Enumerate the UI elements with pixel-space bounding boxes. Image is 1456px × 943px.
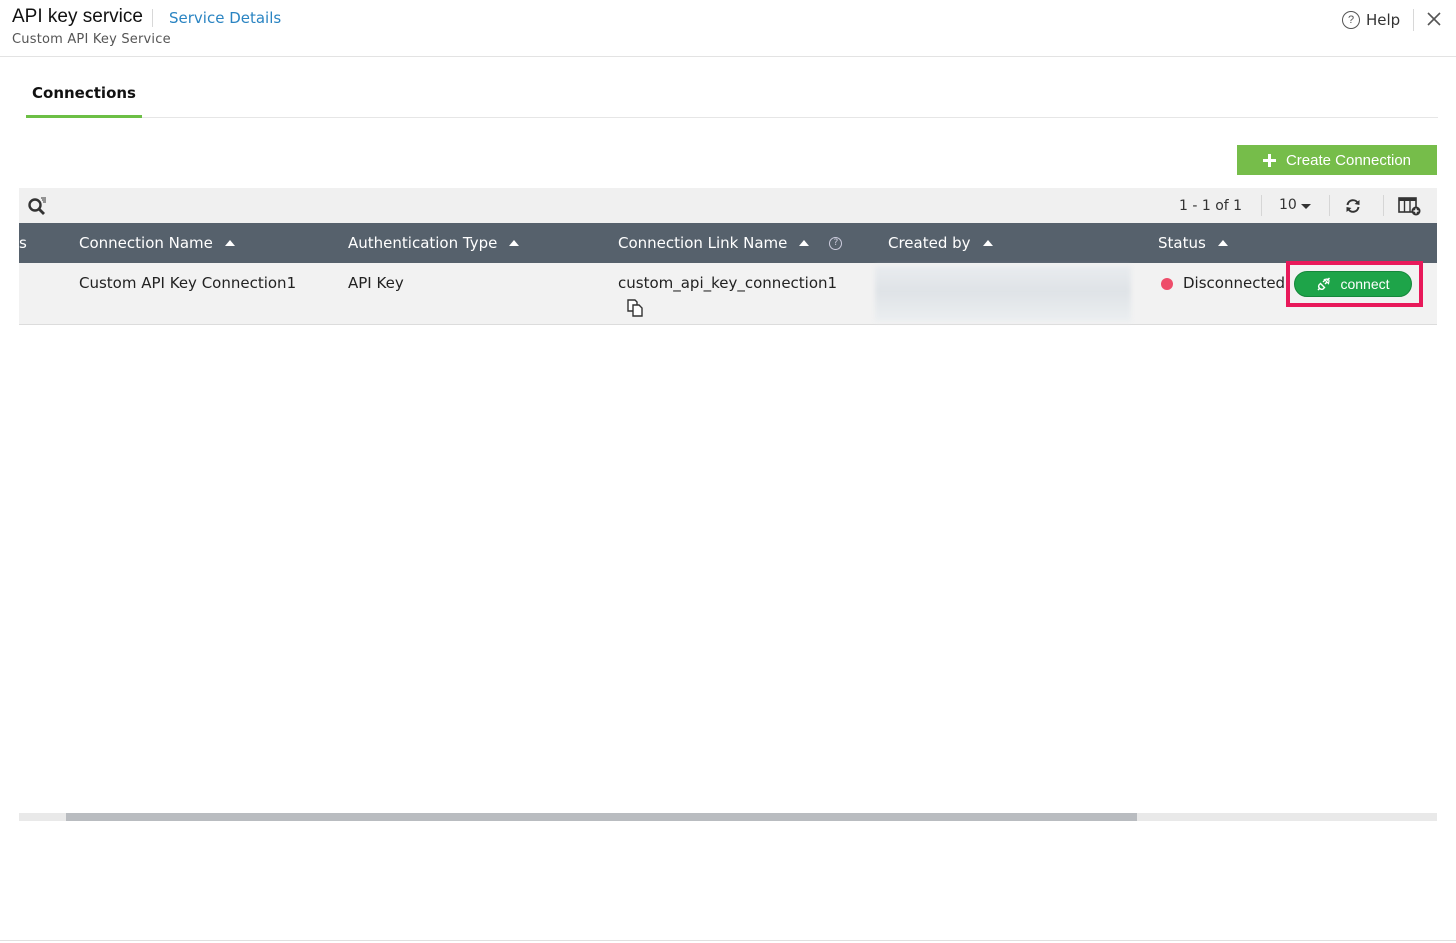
refresh-icon[interactable] [1344,197,1362,215]
pagination-info: 1 - 1 of 1 [1179,198,1243,214]
question-circle-icon: ? [1342,11,1360,29]
column-header-connection-name[interactable]: Connection Name [79,234,235,252]
cell-status: Disconnected [1183,274,1286,292]
column-header-label: Created by [888,234,971,252]
copy-icon[interactable] [626,299,644,317]
column-header-label: Connection Name [79,234,213,252]
page-size-select[interactable]: 10 [1279,197,1311,213]
cell-connection-name: Custom API Key Connection1 [79,274,297,292]
sort-ascending-icon [982,240,993,246]
page-subtitle: Custom API Key Service [12,32,171,47]
tab-connections[interactable]: Connections [26,70,142,118]
table-toolbar: 1 - 1 of 1 10 [19,188,1437,223]
toolbar-divider [1261,195,1262,216]
title-divider [152,9,153,27]
bottom-divider [0,940,1456,941]
sort-ascending-icon [799,240,810,246]
toolbar-divider [1329,195,1330,216]
plus-icon [1262,153,1276,167]
sort-ascending-icon [1217,240,1228,246]
table-row[interactable]: Custom API Key Connection1 API Key custo… [19,261,1437,325]
toolbar-divider [1383,195,1384,216]
column-header-label: Connection Link Name [618,234,788,252]
header-divider [1413,9,1414,31]
page-size-value: 10 [1279,197,1297,213]
column-header-created-by[interactable]: Created by [888,234,993,252]
create-connection-button[interactable]: Create Connection [1237,145,1437,175]
scrollbar-thumb[interactable] [66,813,1137,821]
plug-icon [1317,277,1331,291]
cell-link-name: custom_api_key_connection1 [618,274,838,292]
column-header-authentication-type[interactable]: Authentication Type [348,234,520,252]
search-filter-icon[interactable] [27,196,47,216]
sort-ascending-icon [224,240,235,246]
column-header-label: Authentication Type [348,234,498,252]
create-connection-label: Create Connection [1285,151,1412,169]
page-header: API key service Service Details Custom A… [0,0,1456,57]
status-indicator [1161,278,1173,290]
column-settings-icon[interactable] [1398,197,1422,216]
close-icon[interactable] [1424,9,1444,29]
sort-ascending-icon [509,240,520,246]
column-header-label: Status [1158,234,1206,252]
help-button[interactable]: ? Help [1342,10,1400,30]
tab-bar: Connections [26,70,1438,118]
column-header-connection-link-name[interactable]: Connection Link Name ? [618,234,843,252]
connect-button[interactable]: connect [1294,271,1412,297]
help-label: Help [1366,11,1401,29]
table-header: s Connection Name Authentication Type Co… [19,223,1437,263]
page-title: API key service [12,6,143,27]
column-header-status[interactable]: Status [1158,234,1228,252]
created-by-redacted [875,266,1131,322]
connect-label: connect [1340,276,1390,292]
cell-auth-type: API Key [348,274,404,292]
column-header-partial[interactable]: s [19,234,27,252]
question-circle-icon[interactable]: ? [829,236,843,250]
service-details-link[interactable]: Service Details [169,9,281,27]
horizontal-scrollbar[interactable] [19,813,1437,821]
chevron-down-icon [1300,203,1311,209]
